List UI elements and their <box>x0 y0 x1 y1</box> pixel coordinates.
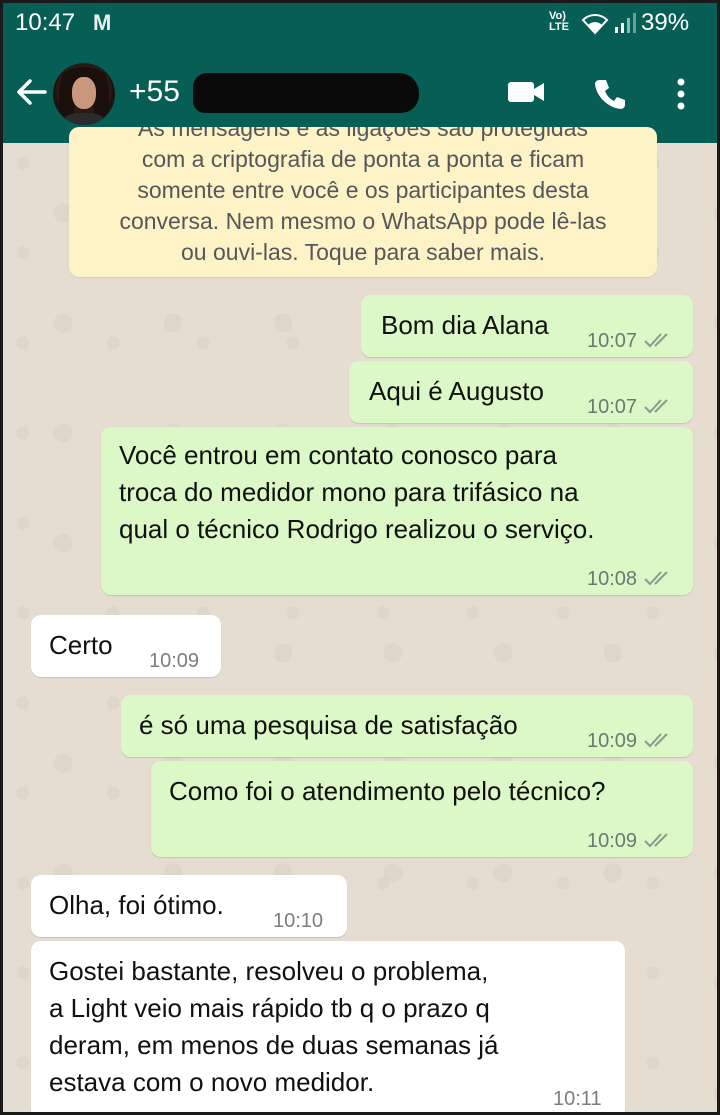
encryption-notice-line: As mensagens e as ligações são protegida… <box>137 127 589 141</box>
incoming-message[interactable]: Gostei bastante, resolveu o problema, a … <box>31 941 625 1112</box>
message-text: Você entrou em contato conosco para <box>119 440 557 470</box>
chat-area[interactable]: As mensagens e as ligações são protegida… <box>3 127 717 1112</box>
status-bar: 10:47 M Vo) LTE 39% <box>3 3 717 45</box>
outgoing-message[interactable]: é só uma pesquisa de satisfação 10:09 <box>121 695 693 757</box>
incoming-message[interactable]: Olha, foi ótimo. 10:10 <box>31 875 347 937</box>
encryption-notice[interactable]: As mensagens e as ligações são protegida… <box>69 127 657 277</box>
phone-icon[interactable] <box>593 77 627 111</box>
message-text: Olha, foi ótimo. <box>49 890 224 920</box>
message-meta: 10:09 <box>587 823 673 860</box>
outgoing-message[interactable]: Bom dia Alana 10:07 <box>361 295 693 357</box>
message-time: 10:09 <box>149 650 200 672</box>
encryption-notice-line: ou ouvi-las. Toque para saber mais. <box>181 239 545 265</box>
read-ticks-icon <box>644 571 668 586</box>
outgoing-message[interactable]: Como foi o atendimento pelo técnico? 10:… <box>151 761 693 857</box>
status-time: 10:47 <box>15 9 76 36</box>
read-ticks-icon <box>644 399 668 414</box>
message-text: deram, em menos de duas semanas já <box>49 1030 499 1060</box>
battery-percentage: 39% <box>641 9 690 36</box>
message-meta: 10:07 <box>587 389 673 426</box>
outgoing-message[interactable]: Você entrou em contato conosco para troc… <box>101 427 693 595</box>
message-time: 10:07 <box>587 396 638 418</box>
message-text: Bom dia Alana <box>381 310 549 340</box>
message-text: a Light veio mais rápido tb q o prazo q <box>49 993 490 1023</box>
more-options-icon[interactable] <box>675 77 687 111</box>
volte-icon: Vo) LTE <box>549 10 569 33</box>
message-text: troca do medidor mono para trifásico na <box>119 477 579 507</box>
message-text: Gostei bastante, resolveu o problema, <box>49 956 489 986</box>
message-text: é só uma pesquisa de satisfação <box>139 710 518 740</box>
incoming-message[interactable]: Certo 10:09 <box>31 615 221 677</box>
message-time: 10:11 <box>553 1088 602 1110</box>
message-time: 10:09 <box>587 730 638 752</box>
read-ticks-icon <box>644 333 668 348</box>
message-meta: 10:07 <box>587 323 673 360</box>
contact-phone-number[interactable]: +55 <box>129 75 180 109</box>
signal-icon <box>615 13 636 33</box>
message-meta: 10:09 <box>587 723 673 760</box>
phone-screen: 10:47 M Vo) LTE 39% +55 As mensagens e a… <box>0 0 720 1115</box>
message-text: Aqui é Augusto <box>369 376 544 406</box>
outgoing-message[interactable]: Aqui é Augusto 10:07 <box>349 361 693 423</box>
encryption-notice-line: somente entre você e os participantes de… <box>137 177 589 203</box>
message-time: 10:08 <box>587 568 638 590</box>
message-text: Como foi o atendimento pelo técnico? <box>169 776 606 806</box>
read-ticks-icon <box>644 733 668 748</box>
message-text: Certo <box>49 630 113 660</box>
read-ticks-icon <box>644 833 668 848</box>
back-arrow-icon[interactable] <box>15 77 47 107</box>
message-meta: 10:08 <box>587 561 673 598</box>
message-text: qual o técnico Rodrigo realizou o serviç… <box>119 514 595 544</box>
message-time: 10:10 <box>273 910 324 932</box>
contact-avatar[interactable] <box>53 63 115 125</box>
video-call-icon[interactable] <box>507 79 545 105</box>
wifi-icon <box>581 14 609 35</box>
gmail-notification-icon: M <box>93 10 112 35</box>
redacted-phone-digits <box>193 73 419 113</box>
message-time: 10:07 <box>587 330 638 352</box>
encryption-notice-line: com a criptografia de ponta a ponta e fi… <box>141 146 585 172</box>
encryption-notice-line: conversa. Nem mesmo o WhatsApp pode lê-l… <box>119 208 607 234</box>
message-time: 10:09 <box>587 830 638 852</box>
message-text: estava com o novo medidor. <box>49 1067 375 1097</box>
